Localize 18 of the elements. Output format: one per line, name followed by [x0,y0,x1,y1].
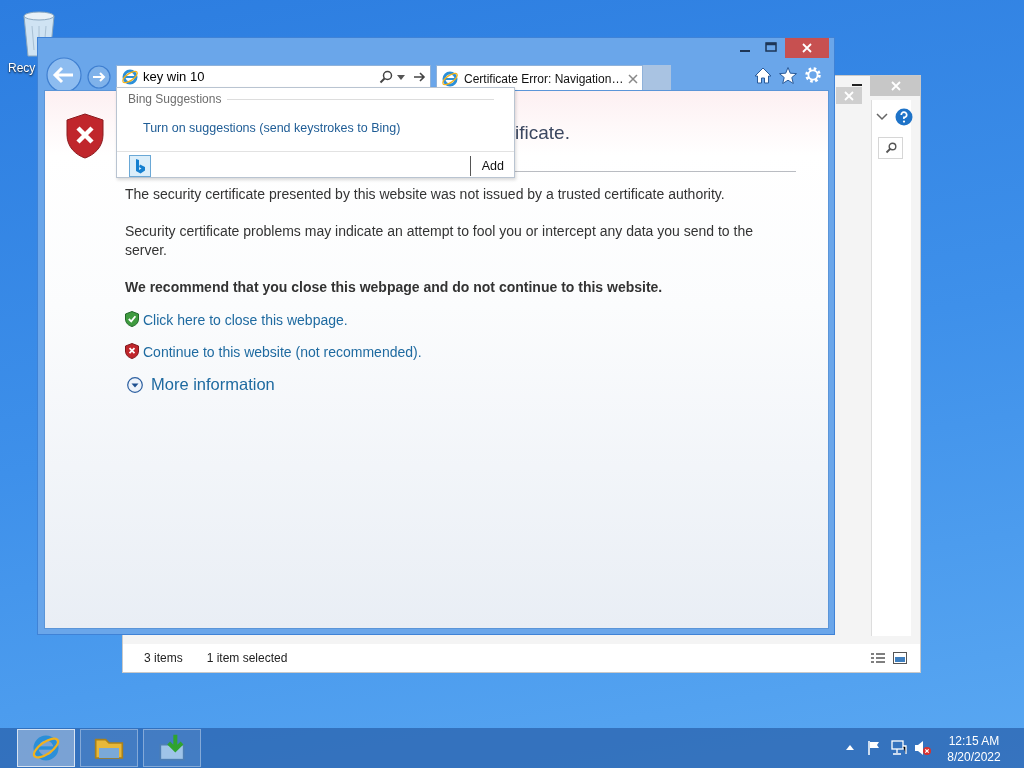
clock-date: 8/20/2022 [946,749,1002,765]
recommendation-text: We recommend that you close this webpage and do not continue to this website. [125,278,664,297]
paragraph: The security certificate presented by this website was not issued by a trusted certificate authority. [125,185,726,204]
dropdown-header: Bing Suggestions [128,91,222,108]
desktop-icon-label[interactable]: Recy [8,59,36,77]
link[interactable]: Continue to this website (not recommended). [143,343,422,362]
status-text: 3 items [144,650,183,667]
clock-time: 12:15 AM [947,733,1001,749]
address-bar[interactable]: key win 10 [116,65,431,89]
page-heading: ificate. [515,121,570,145]
browser-tab[interactable]: Certificate Error: Navigation… [436,65,644,91]
status-text: 1 item selected [206,650,288,667]
suggestion-link[interactable]: Turn on suggestions (send keystrokes to Bing) [117,108,514,151]
clock[interactable]: 12:15 AM 8/20/2022 [944,733,1004,765]
add-button[interactable]: Add [469,156,504,176]
link[interactable]: Click here to close this webpage. [143,311,348,330]
paragraph: Security certificate problems may indicate an attempt to fool you or intercept any data you send to the server. [125,222,754,260]
more-information-link[interactable]: More information [151,375,275,394]
